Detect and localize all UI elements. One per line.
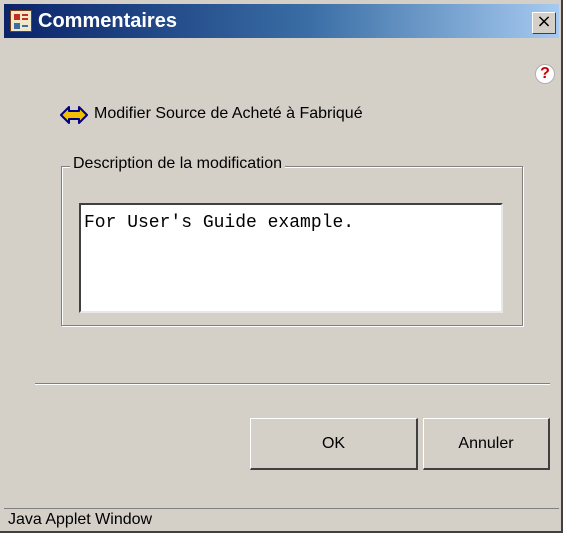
description-group: Description de la modification For User'…	[61, 155, 523, 326]
title-bar[interactable]: Commentaires ×	[4, 4, 559, 38]
cancel-button[interactable]: Annuler	[423, 418, 550, 470]
ok-button[interactable]: OK	[250, 418, 418, 470]
close-button[interactable]: ×	[532, 12, 556, 34]
close-icon: ×	[536, 11, 552, 32]
app-icon	[10, 10, 32, 32]
window-title: Commentaires	[38, 10, 177, 32]
help-icon[interactable]: ?	[535, 64, 555, 84]
dialog-window: Commentaires × ? Modifier Source de Ache…	[0, 0, 563, 533]
action-label: Modifier Source de Acheté à Fabriqué	[94, 105, 363, 122]
description-legend: Description de la modification	[70, 155, 285, 173]
swap-arrows-icon	[60, 106, 88, 124]
separator-line	[35, 383, 550, 385]
status-bar: Java Applet Window	[4, 508, 559, 533]
description-textarea[interactable]: For User's Guide example.	[79, 203, 503, 313]
